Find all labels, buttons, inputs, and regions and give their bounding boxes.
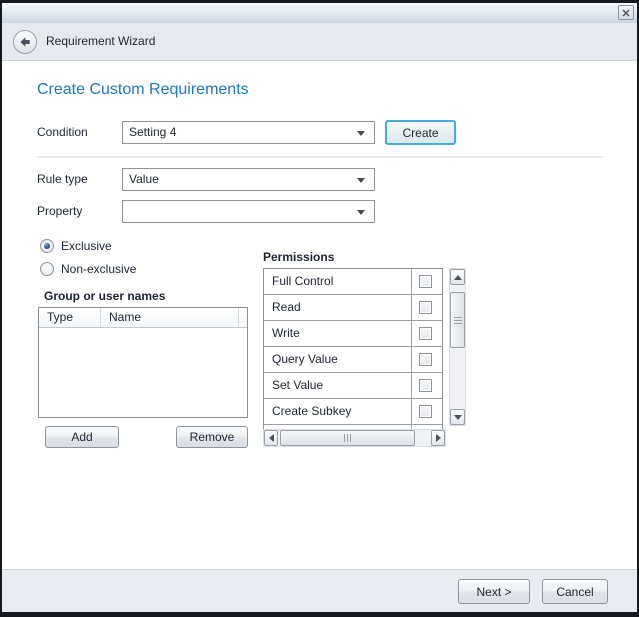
wizard-window: Requirement Wizard Create Custom Require… (0, 0, 639, 617)
triangle-left-icon (269, 434, 274, 442)
permissions-rows: Full Control Read Write Query Value Set … (264, 269, 442, 429)
permission-check-cell (412, 373, 442, 398)
permission-name: Write (264, 321, 412, 346)
chevron-down-icon (357, 178, 365, 183)
group-user-list: Type Name (38, 307, 248, 418)
wizard-content: Create Custom Requirements Condition Set… (2, 61, 637, 569)
create-button[interactable]: Create (385, 120, 456, 145)
titlebar (2, 3, 637, 23)
remove-button[interactable]: Remove (176, 426, 248, 448)
condition-label: Condition (37, 121, 88, 144)
wizard-footer: Next > Cancel (2, 569, 637, 612)
rule-type-label: Rule type (37, 168, 88, 191)
radio-button-icon (40, 262, 54, 276)
scroll-down-button[interactable] (450, 409, 465, 425)
rule-type-value: Value (129, 172, 159, 186)
thumb-grip-icon (454, 317, 462, 324)
condition-dropdown[interactable]: Setting 4 (122, 121, 375, 144)
permission-name: Query Value (264, 347, 412, 372)
permission-checkbox[interactable] (419, 379, 432, 392)
chevron-down-icon (357, 131, 365, 136)
radio-button-icon (40, 239, 54, 253)
property-label: Property (37, 200, 82, 223)
permission-checkbox[interactable] (419, 275, 432, 288)
permission-row[interactable]: Query Value (264, 347, 442, 373)
scroll-up-button[interactable] (450, 269, 465, 285)
radio-exclusive-label: Exclusive (61, 239, 112, 253)
permission-check-cell (412, 347, 442, 372)
permission-checkbox[interactable] (419, 327, 432, 340)
section-separator (37, 156, 603, 158)
permission-row[interactable]: Full Control (264, 269, 442, 295)
close-icon (622, 9, 630, 17)
permission-check-cell (412, 321, 442, 346)
column-header-type[interactable]: Type (39, 308, 101, 327)
group-user-names-label: Group or user names (44, 289, 165, 303)
page-title: Create Custom Requirements (37, 81, 249, 99)
permission-row[interactable]: Write (264, 321, 442, 347)
chevron-down-icon (357, 210, 365, 215)
property-dropdown[interactable] (122, 200, 375, 223)
back-button[interactable] (13, 30, 37, 54)
permission-check-cell (412, 295, 442, 320)
permission-name: Read (264, 295, 412, 320)
scroll-right-button[interactable] (431, 430, 445, 446)
wizard-header: Requirement Wizard (2, 23, 637, 61)
radio-non-exclusive[interactable]: Non-exclusive (40, 262, 136, 276)
permission-check-cell (412, 399, 442, 424)
permissions-vertical-scrollbar[interactable] (449, 268, 466, 426)
triangle-down-icon (454, 415, 462, 420)
permissions-horizontal-scrollbar[interactable] (263, 429, 446, 447)
window-title: Requirement Wizard (46, 23, 155, 60)
permission-checkbox[interactable] (419, 405, 432, 418)
permissions-table: Full Control Read Write Query Value Set … (263, 268, 443, 429)
back-arrow-icon (18, 35, 32, 49)
permission-row[interactable]: Read (264, 295, 442, 321)
group-list-body[interactable] (39, 328, 247, 417)
column-header-name[interactable]: Name (101, 308, 239, 327)
triangle-right-icon (436, 434, 441, 442)
permission-row[interactable]: Set Value (264, 373, 442, 399)
horizontal-scroll-track[interactable] (278, 430, 431, 446)
vertical-scroll-thumb[interactable] (450, 292, 465, 348)
column-header-spacer (239, 308, 247, 327)
permission-check-cell (412, 269, 442, 294)
permission-name: Full Control (264, 269, 412, 294)
radio-exclusive[interactable]: Exclusive (40, 239, 112, 253)
permission-checkbox[interactable] (419, 353, 432, 366)
permission-row[interactable]: Create Subkey (264, 399, 442, 425)
permission-name: Set Value (264, 373, 412, 398)
close-button[interactable] (618, 5, 634, 20)
permissions-label: Permissions (263, 250, 334, 264)
thumb-grip-icon (344, 434, 351, 442)
triangle-up-icon (454, 275, 462, 280)
add-button[interactable]: Add (45, 426, 119, 448)
condition-value: Setting 4 (129, 125, 176, 139)
permission-checkbox[interactable] (419, 301, 432, 314)
permission-name: Create Subkey (264, 399, 412, 424)
scroll-left-button[interactable] (264, 430, 278, 446)
cancel-button[interactable]: Cancel (542, 579, 608, 604)
horizontal-scroll-thumb[interactable] (280, 430, 415, 446)
next-button[interactable]: Next > (458, 579, 530, 604)
rule-type-dropdown[interactable]: Value (122, 168, 375, 191)
radio-non-exclusive-label: Non-exclusive (61, 262, 136, 276)
group-list-header: Type Name (39, 308, 247, 328)
